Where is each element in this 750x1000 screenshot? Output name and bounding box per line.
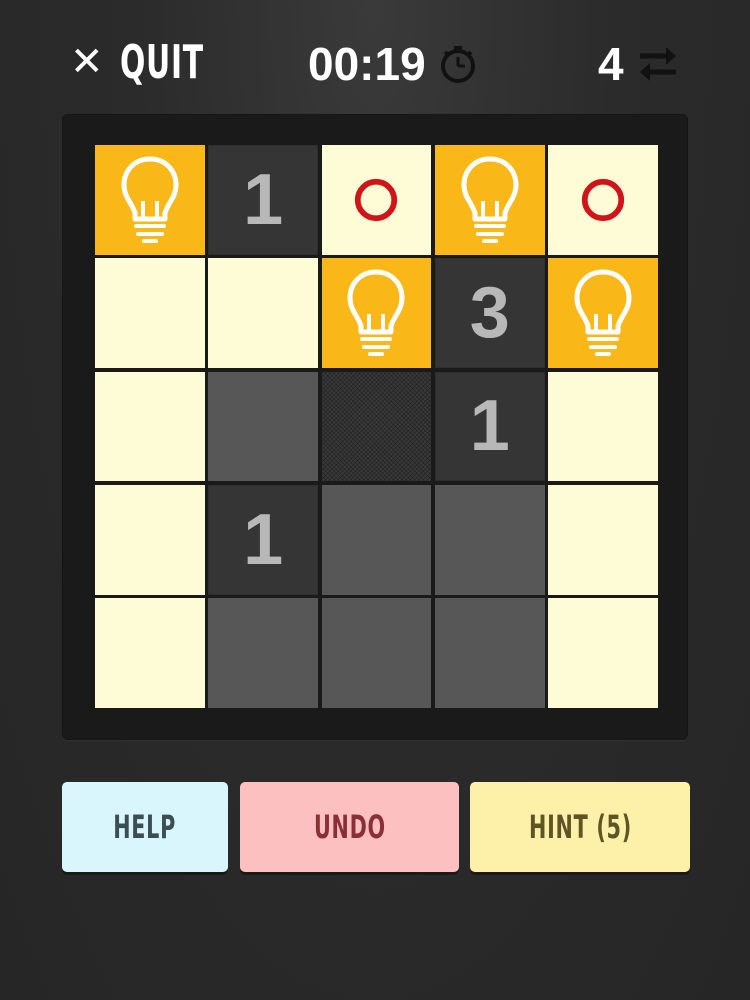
board-cell-r5c4[interactable]	[434, 598, 545, 708]
close-icon: ✕	[70, 39, 104, 85]
board-cell-r1c1[interactable]	[95, 145, 205, 255]
wall-number: 1	[469, 386, 510, 467]
moves-counter: 4	[598, 36, 680, 92]
board-cell-r3c2[interactable]	[208, 371, 319, 482]
board-cell-r3c4: 1	[434, 371, 545, 482]
lightbulb-icon	[461, 156, 519, 243]
board-cell-r5c5[interactable]	[548, 598, 658, 708]
board-cell-r2c4: 3	[434, 258, 545, 369]
board-cell-r1c2: 1	[208, 145, 319, 255]
help-button[interactable]: HELP	[62, 782, 228, 872]
undo-button[interactable]: UNDO	[240, 782, 459, 872]
quit-label: QUIT	[119, 35, 204, 89]
board-cell-r4c4[interactable]	[434, 484, 545, 595]
board-cell-r5c3[interactable]	[321, 598, 432, 708]
board-cell-r3c5[interactable]	[548, 371, 658, 482]
game-board: 1 3 1 1	[62, 114, 688, 740]
stopwatch-icon	[440, 46, 475, 83]
board-cell-r4c2: 1	[208, 484, 319, 595]
lightbulb-icon	[574, 269, 632, 357]
board-cell-r5c1[interactable]	[95, 598, 205, 708]
timer: 00:19	[308, 36, 480, 92]
undo-button-label: UNDO	[313, 808, 386, 846]
board-cell-r1c4[interactable]	[434, 145, 545, 255]
timer-value: 00:19	[308, 38, 426, 90]
board-cell-r1c3[interactable]	[321, 145, 432, 255]
wall-number: 1	[243, 499, 284, 580]
moves-count: 4	[598, 38, 624, 90]
top-bar: ✕ QUIT 00:19 4	[0, 0, 750, 120]
quit-button[interactable]: ✕ QUIT	[70, 32, 236, 92]
board-cell-r2c3[interactable]	[321, 258, 432, 369]
hint-button-label: HINT (5)	[528, 808, 632, 846]
wall-number: 1	[243, 159, 284, 240]
swap-arrows-icon	[639, 47, 676, 81]
board-cell-r4c3[interactable]	[321, 484, 432, 595]
hint-button[interactable]: HINT (5)	[470, 782, 690, 872]
board-cell-r2c2[interactable]	[208, 258, 319, 369]
lightbulb-icon	[347, 269, 405, 357]
board-cell-r2c5[interactable]	[548, 258, 658, 369]
board-cell-r4c1[interactable]	[95, 484, 205, 595]
board-cell-r1c5[interactable]	[548, 145, 658, 255]
board-cell-r2c1[interactable]	[95, 258, 205, 369]
lightbulb-icon	[121, 156, 179, 243]
action-buttons: HELP UNDO HINT (5)	[62, 782, 690, 876]
no-bulb-mark-icon	[355, 178, 398, 222]
board-cell-r5c2[interactable]	[208, 598, 319, 708]
board-grid: 1 3 1 1	[95, 145, 658, 708]
board-cell-r3c1[interactable]	[95, 371, 205, 482]
help-button-label: HELP	[113, 808, 177, 846]
wall-number: 3	[469, 273, 510, 354]
no-bulb-mark-icon	[581, 178, 625, 222]
board-cell-r4c5[interactable]	[548, 484, 658, 595]
board-cell-r3c3[interactable]	[321, 371, 432, 482]
